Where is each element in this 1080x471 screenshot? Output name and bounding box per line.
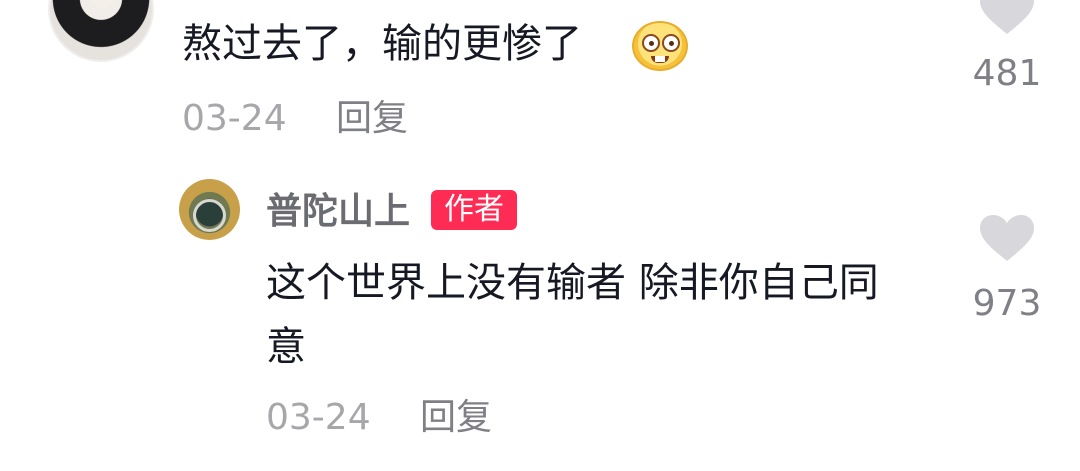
avatar-face [88,0,116,8]
author-badge: 作者 [431,190,517,230]
like-count: 481 [972,53,1042,94]
avatar-emblem [193,199,226,232]
reply-author-avatar[interactable] [179,179,240,240]
emoji-right-eye [662,34,680,52]
heart-icon[interactable] [978,0,1036,36]
reply-button[interactable]: 回复 [336,99,408,139]
reply-button[interactable]: 回复 [420,398,492,438]
like-count: 973 [972,283,1042,324]
reply-date: 03-24 [266,397,371,438]
comment-text: 熬过去了，输的更惨了 [182,21,582,67]
reply-text-line-1: 这个世界上没有输者 除非你自己同 [266,260,879,306]
heart-icon[interactable] [978,213,1036,263]
emoji-teeth [655,56,665,62]
comment-date: 03-24 [182,98,287,139]
emoji-left-eye [642,34,660,52]
commenter-avatar[interactable] [48,0,154,62]
nerd-face-emoji-icon [632,21,688,71]
reply-text-line-2: 意 [266,324,306,370]
reply-author-name[interactable]: 普陀山上 [266,190,410,234]
